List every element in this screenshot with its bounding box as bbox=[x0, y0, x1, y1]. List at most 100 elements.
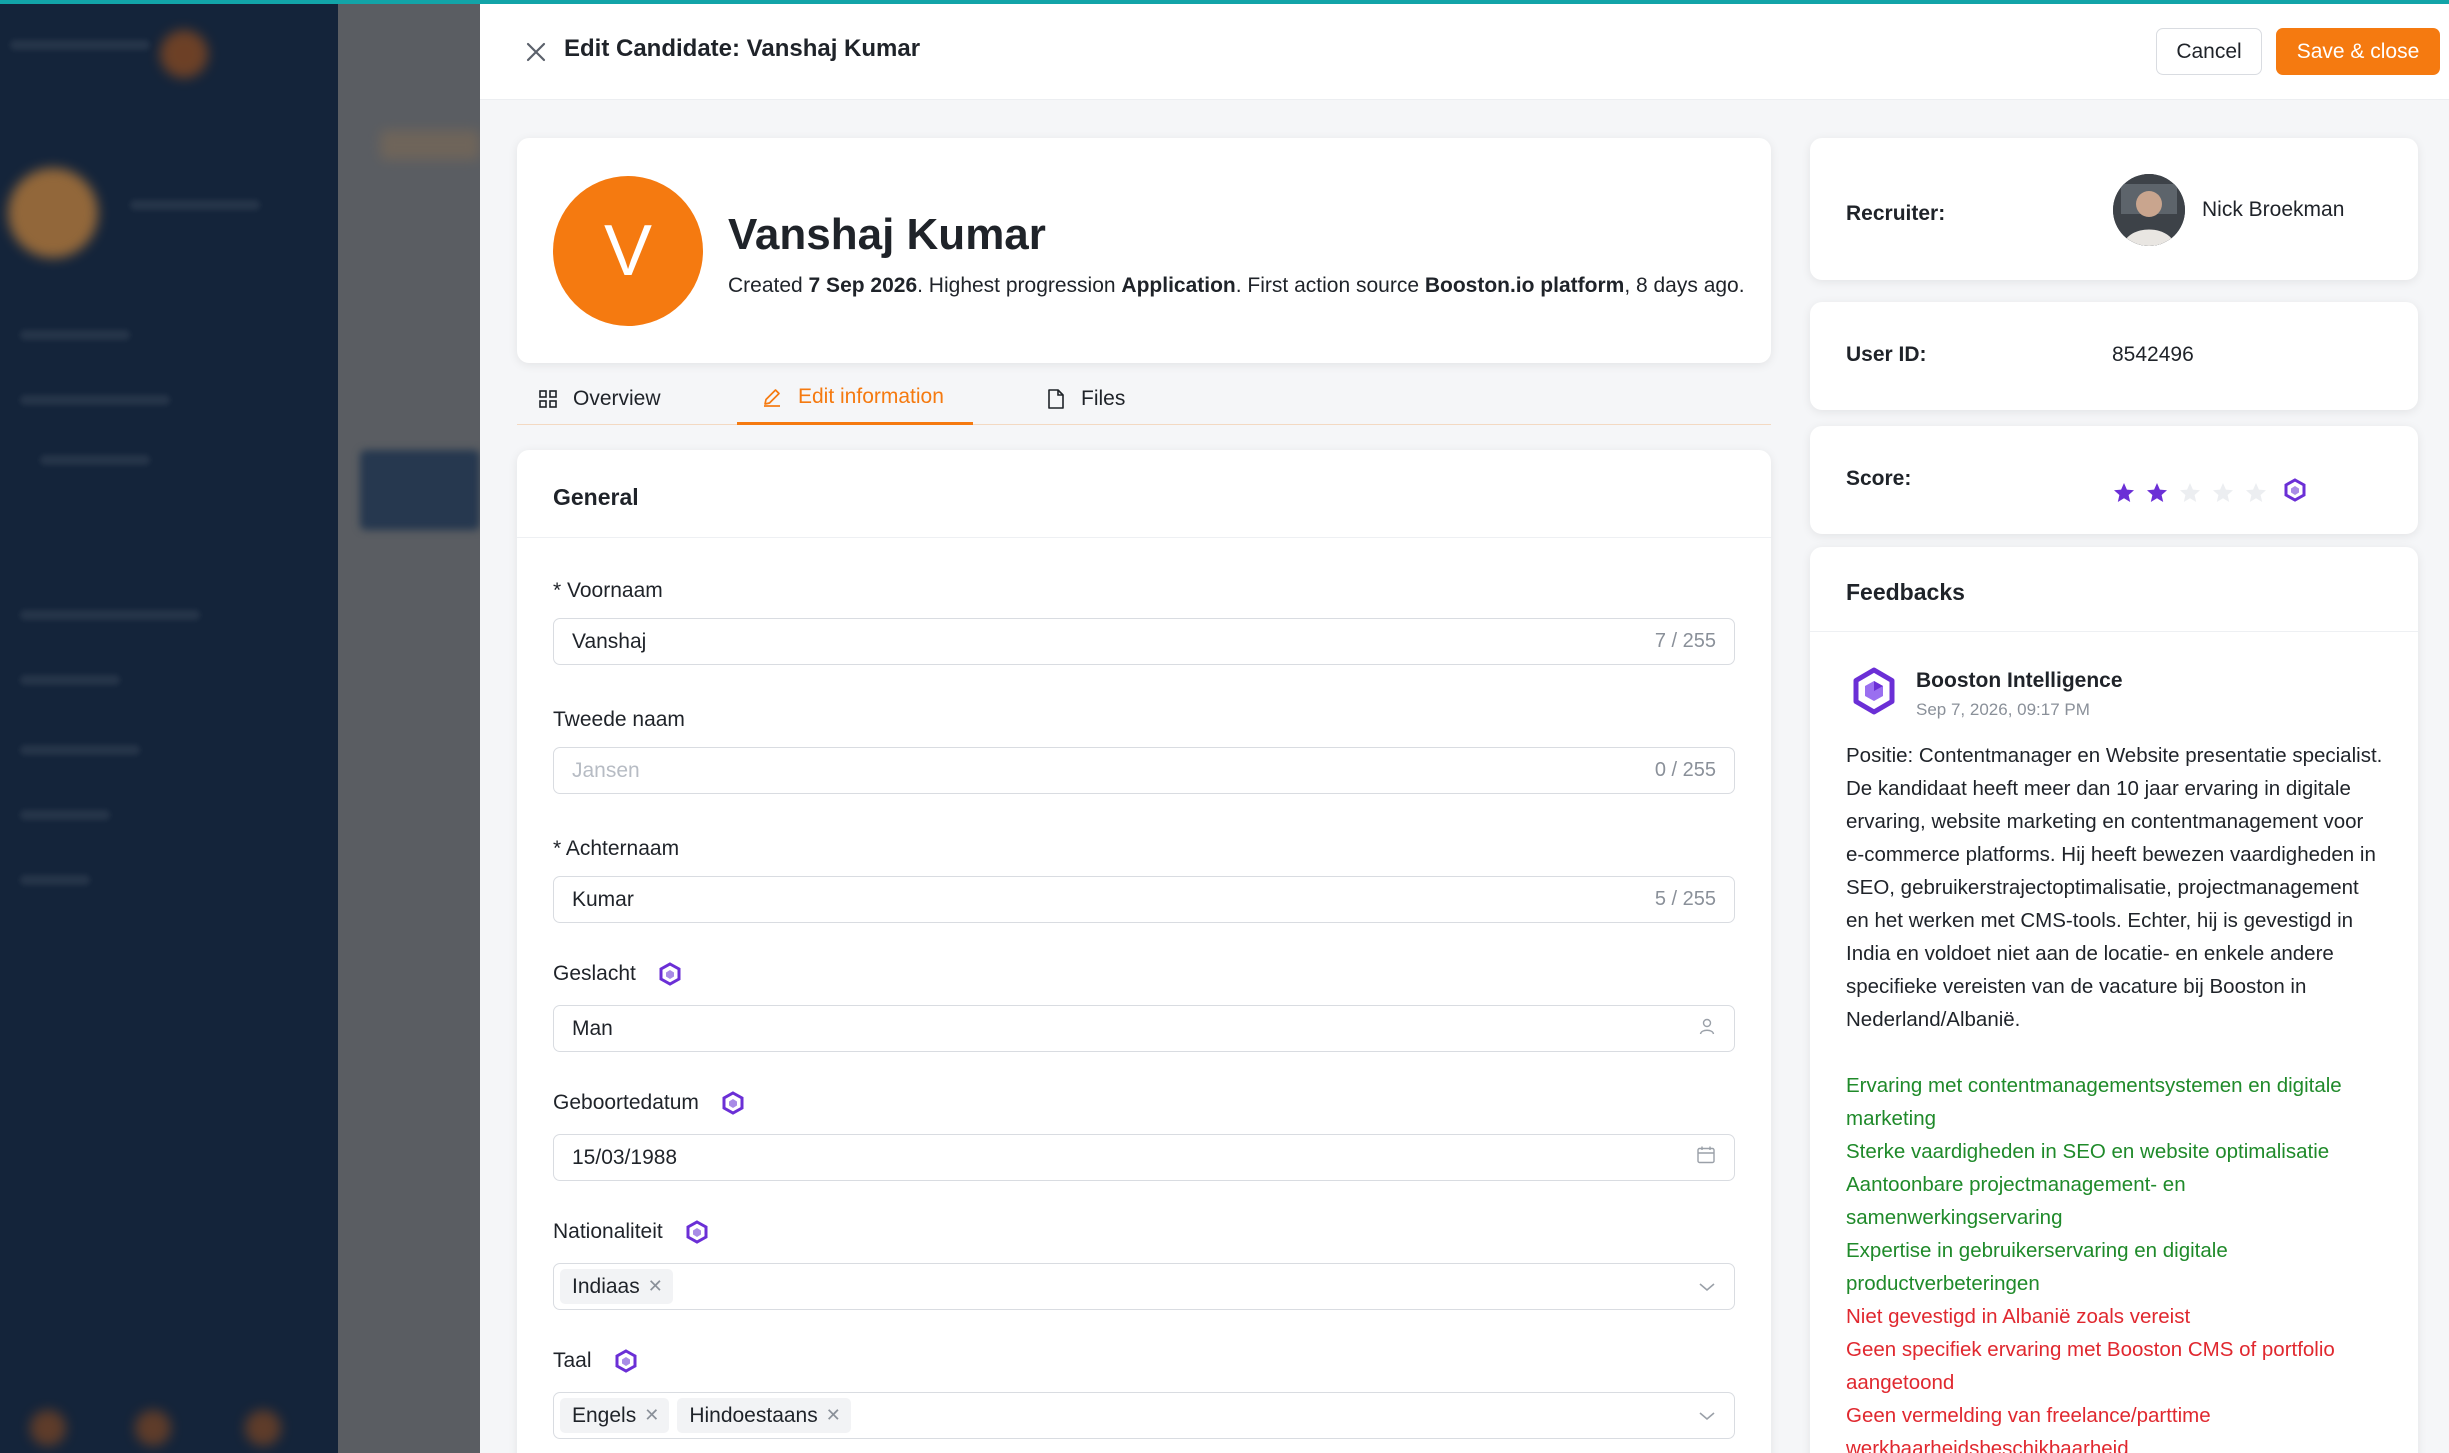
background-block bbox=[380, 130, 480, 160]
feedback-author: Booston Intelligence bbox=[1916, 669, 2123, 692]
tag-label: Engels bbox=[572, 1403, 637, 1427]
nationaliteit-label-text: Nationaliteit bbox=[553, 1220, 663, 1243]
meta-created-prefix: Created bbox=[728, 274, 809, 297]
geslacht-label-text: Geslacht bbox=[553, 962, 636, 985]
candidate-tabs: Overview Edit information Files bbox=[517, 372, 1771, 425]
feedback-positive-item: Aantoonbare projectmanagement- en samenw… bbox=[1846, 1173, 2186, 1229]
star-empty-icon[interactable] bbox=[2211, 481, 2235, 505]
background-line bbox=[20, 745, 140, 755]
recruiter-label: Recruiter: bbox=[1846, 202, 1946, 225]
meta-ago: , 8 days ago. bbox=[1624, 274, 1745, 297]
feedbacks-card: Feedbacks Booston Intelligence Sep 7, 20… bbox=[1810, 547, 2418, 1453]
score-card: Score: bbox=[1810, 426, 2418, 534]
geboortedatum-picker[interactable]: 15/03/1988 bbox=[553, 1134, 1735, 1181]
background-dot bbox=[135, 1410, 171, 1446]
tweede-naam-placeholder: Jansen bbox=[572, 758, 640, 782]
voornaam-counter: 7 / 255 bbox=[1654, 630, 1716, 652]
star-rating[interactable] bbox=[2112, 478, 2307, 507]
star-empty-icon[interactable] bbox=[2244, 481, 2268, 505]
geslacht-label: Geslacht bbox=[553, 962, 682, 986]
person-icon bbox=[1698, 1017, 1716, 1041]
tag-nationaliteit: Indiaas ✕ bbox=[560, 1269, 673, 1304]
background-dot bbox=[245, 1410, 281, 1446]
nationaliteit-multiselect[interactable]: Indiaas ✕ bbox=[553, 1263, 1735, 1310]
drawer-header: Edit Candidate: Vanshaj Kumar Cancel Sav… bbox=[480, 4, 2449, 100]
tag-label: Indiaas bbox=[572, 1274, 640, 1298]
tag-taal: Engels ✕ bbox=[560, 1398, 670, 1433]
tab-overview-label: Overview bbox=[573, 386, 661, 410]
feedback-negative-item: Geen vermelding van freelance/parttime w… bbox=[1846, 1404, 2211, 1453]
ai-hexagon-icon bbox=[658, 962, 682, 986]
candidate-avatar: V bbox=[553, 176, 703, 326]
tab-edit-information[interactable]: Edit information bbox=[737, 372, 973, 425]
background-line bbox=[20, 395, 170, 405]
geboortedatum-label: Geboortedatum bbox=[553, 1091, 745, 1115]
geslacht-select[interactable]: Man bbox=[553, 1005, 1735, 1052]
feedback-negative-item: Niet gevestigd in Albanië zoals vereist bbox=[1846, 1305, 2191, 1328]
tag-label: Hindoestaans bbox=[689, 1403, 818, 1427]
achternaam-field[interactable]: Kumar 5 / 255 bbox=[553, 876, 1735, 923]
ai-hexagon-icon bbox=[614, 1349, 638, 1373]
pencil-icon bbox=[762, 387, 782, 407]
voornaam-label-text: * Voornaam bbox=[553, 579, 663, 602]
meta-created-date: 7 Sep 2026 bbox=[808, 274, 918, 297]
file-icon bbox=[1047, 388, 1065, 409]
grid-icon bbox=[539, 389, 557, 408]
tab-files-label: Files bbox=[1081, 386, 1126, 410]
geboortedatum-label-text: Geboortedatum bbox=[553, 1091, 699, 1114]
tweede-naam-label-text: Tweede naam bbox=[553, 708, 685, 731]
feedbacks-title: Feedbacks bbox=[1846, 579, 1965, 605]
chevron-down-icon[interactable] bbox=[1698, 1404, 1716, 1428]
close-icon[interactable] bbox=[520, 36, 552, 68]
feedback-negative-item: Geen specifiek ervaring met Booston CMS … bbox=[1846, 1338, 2335, 1394]
taal-tags: Engels ✕ Hindoestaans ✕ bbox=[560, 1398, 1698, 1433]
cancel-button[interactable]: Cancel bbox=[2156, 28, 2262, 75]
remove-tag-icon[interactable]: ✕ bbox=[826, 1405, 841, 1426]
drawer-title: Edit Candidate: Vanshaj Kumar bbox=[564, 35, 921, 62]
booston-intelligence-logo-icon bbox=[1850, 667, 1898, 715]
geboortedatum-value: 15/03/1988 bbox=[572, 1145, 678, 1169]
feedback-positive-item: Ervaring met contentmanagementsystemen e… bbox=[1846, 1074, 2342, 1130]
tab-overview[interactable]: Overview bbox=[539, 372, 661, 425]
calendar-icon bbox=[1696, 1145, 1716, 1171]
tweede-naam-counter: 0 / 255 bbox=[1654, 759, 1716, 781]
ai-hexagon-icon bbox=[721, 1091, 745, 1115]
ai-hexagon-icon bbox=[685, 1220, 709, 1244]
background-line bbox=[20, 675, 120, 685]
tab-files[interactable]: Files bbox=[1047, 372, 1125, 425]
taal-multiselect[interactable]: Engels ✕ Hindoestaans ✕ bbox=[553, 1392, 1735, 1439]
divider bbox=[1810, 631, 2418, 632]
star-filled-icon[interactable] bbox=[2112, 481, 2136, 505]
feedback-positives: Ervaring met contentmanagementsystemen e… bbox=[1846, 1069, 2386, 1453]
user-id-label: User ID: bbox=[1846, 343, 1927, 366]
feedback-positive-item: Sterke vaardigheden in SEO en website op… bbox=[1846, 1140, 2330, 1163]
tweede-naam-field[interactable]: Jansen 0 / 255 bbox=[553, 747, 1735, 794]
chevron-down-icon[interactable] bbox=[1698, 1275, 1716, 1299]
star-empty-icon[interactable] bbox=[2178, 481, 2202, 505]
star-filled-icon[interactable] bbox=[2145, 481, 2169, 505]
save-close-button[interactable]: Save & close bbox=[2276, 28, 2440, 75]
background-line bbox=[130, 200, 260, 210]
edit-candidate-drawer: Edit Candidate: Vanshaj Kumar Cancel Sav… bbox=[480, 4, 2449, 1453]
achternaam-value: Kumar bbox=[572, 887, 634, 911]
tab-edit-information-label: Edit information bbox=[798, 385, 944, 408]
feedback-summary: Positie: Contentmanager en Website prese… bbox=[1846, 744, 2383, 1031]
meta-progression: Application bbox=[1121, 274, 1236, 297]
background-avatar-blob bbox=[8, 168, 98, 258]
achternaam-label: * Achternaam bbox=[553, 837, 679, 861]
background-line bbox=[20, 330, 130, 340]
remove-tag-icon[interactable]: ✕ bbox=[648, 1276, 663, 1297]
voornaam-field[interactable]: Vanshaj 7 / 255 bbox=[553, 618, 1735, 665]
remove-tag-icon[interactable]: ✕ bbox=[644, 1405, 659, 1426]
recruiter-card: Recruiter: Nick Broekman bbox=[1810, 138, 2418, 280]
achternaam-label-text: * Achternaam bbox=[553, 837, 680, 860]
nationaliteit-tags: Indiaas ✕ bbox=[560, 1269, 1698, 1304]
candidate-meta: Created 7 Sep 2026. Highest progression … bbox=[728, 274, 1745, 298]
background-logo-blob bbox=[160, 30, 208, 78]
taal-label-text: Taal bbox=[553, 1349, 592, 1372]
recruiter-avatar bbox=[2113, 174, 2185, 246]
general-card: General * Voornaam Vanshaj 7 / 255 Tweed… bbox=[517, 450, 1771, 1453]
geslacht-value: Man bbox=[572, 1016, 613, 1040]
meta-progression-prefix: . Highest progression bbox=[917, 274, 1122, 297]
tweede-naam-label: Tweede naam bbox=[553, 708, 685, 732]
